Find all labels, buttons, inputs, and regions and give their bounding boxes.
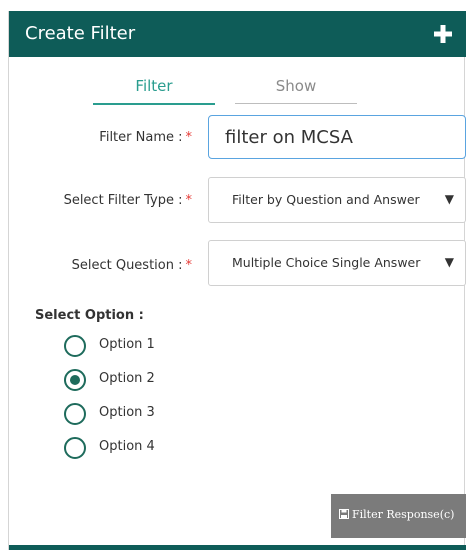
- option-label: Option 3: [99, 405, 155, 420]
- option-label: Option 4: [99, 439, 155, 454]
- plus-icon: [430, 21, 456, 47]
- panel-title: Create Filter: [25, 23, 136, 44]
- question-select[interactable]: Multiple Choice Single Answer ▼: [208, 240, 466, 286]
- caret-down-icon: ▼: [444, 255, 454, 269]
- question-value: Multiple Choice Single Answer: [232, 255, 421, 270]
- radio-unchecked-icon: [64, 403, 86, 425]
- filter-response-button[interactable]: Filter Response(c): [331, 494, 466, 538]
- required-marker: *: [185, 130, 193, 145]
- filter-response-button-content: Filter Response(c): [339, 508, 454, 522]
- panel-header: Create Filter: [9, 11, 466, 57]
- radio-unchecked-icon: [64, 335, 86, 357]
- filter-type-select[interactable]: Filter by Question and Answer ▼: [208, 177, 466, 223]
- filter-type-label: Select Filter Type : *: [63, 193, 193, 208]
- radio-unchecked-icon: [64, 437, 86, 459]
- filter-response-label: Filter Response(c): [352, 508, 455, 521]
- filter-name-input[interactable]: [208, 115, 466, 159]
- bottom-bar: [9, 545, 466, 550]
- create-filter-panel: Create Filter Filter Show Filter Name : *…: [8, 11, 466, 550]
- save-icon: [339, 509, 349, 522]
- option-label: Option 1: [99, 337, 155, 352]
- required-marker: *: [185, 258, 193, 273]
- required-marker: *: [185, 193, 193, 208]
- question-label: Select Question : *: [71, 258, 193, 273]
- filter-type-value: Filter by Question and Answer: [232, 192, 420, 207]
- filter-name-label: Filter Name : *: [99, 130, 193, 145]
- tab-filter[interactable]: Filter: [93, 77, 215, 105]
- tab-show[interactable]: Show: [235, 77, 357, 104]
- radio-checked-icon: [64, 369, 86, 391]
- option-label: Option 2: [99, 371, 155, 386]
- caret-down-icon: ▼: [444, 192, 454, 206]
- add-filter-button[interactable]: [430, 21, 456, 47]
- select-option-title: Select Option :: [35, 308, 144, 323]
